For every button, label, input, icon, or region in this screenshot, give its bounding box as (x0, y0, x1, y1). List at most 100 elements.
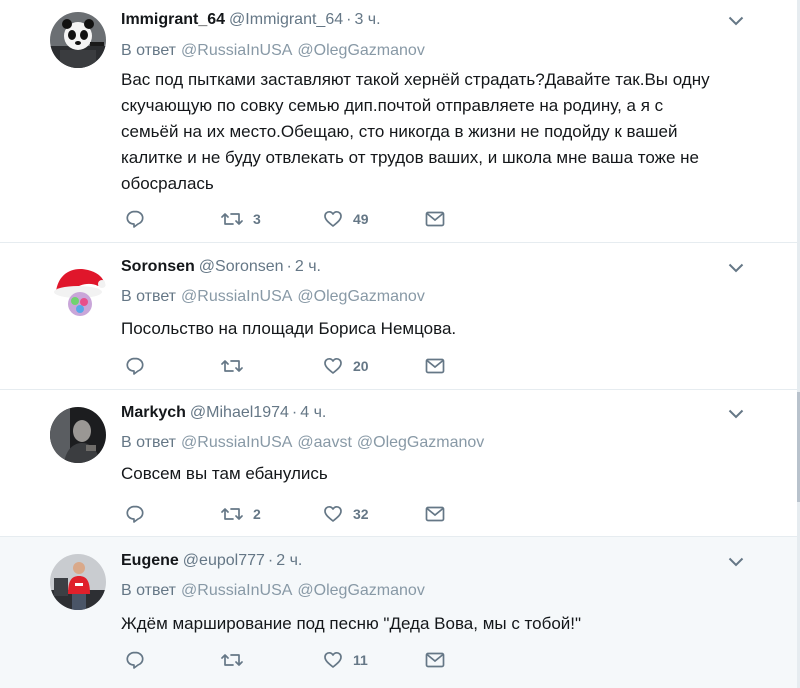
mention-link[interactable]: @OlegGazmanov (297, 582, 424, 599)
mention-link[interactable]: @OlegGazmanov (297, 42, 424, 59)
retweet-icon (221, 508, 243, 520)
tweet-text: Совсем вы там ебанулись (121, 464, 328, 483)
like-button[interactable]: 32 (323, 502, 369, 526)
retweet-button[interactable]: 2 (221, 502, 261, 526)
retweet-icon (221, 360, 243, 372)
more-options-button[interactable] (727, 12, 745, 30)
more-options-button[interactable] (727, 405, 745, 423)
retweet-button[interactable] (221, 648, 253, 672)
like-button[interactable]: 49 (323, 207, 369, 231)
reply-bubble-icon (126, 210, 144, 228)
tweet[interactable]: Markych @Mihael1974 · 4 ч. В ответ @RussiaIn… (0, 390, 797, 537)
more-options-button[interactable] (727, 259, 745, 277)
envelope-icon (425, 358, 445, 374)
tweet-actions: 20 (125, 354, 455, 378)
tweet-actions: 2 32 (125, 502, 455, 526)
username[interactable]: @Soronsen (199, 258, 284, 275)
username[interactable]: @Mihael1974 (190, 404, 289, 421)
reply-prefix: В ответ (121, 288, 177, 305)
tweet-header: Eugene @eupol777 · 2 ч. (121, 551, 302, 571)
heart-icon (324, 210, 342, 227)
direct-message-button[interactable] (425, 207, 445, 231)
tweet-text: Вас под пытками заставляют такой хернёй … (121, 70, 710, 193)
username[interactable]: @eupol777 (183, 552, 265, 569)
tweet[interactable]: Immigrant_64 @Immigrant_64 · 3 ч. В ответ @R… (0, 0, 797, 243)
chevron-down-icon (728, 557, 744, 567)
reply-bubble-icon (126, 651, 144, 669)
like-count: 49 (353, 211, 369, 227)
like-button[interactable]: 20 (323, 354, 369, 378)
reply-prefix: В ответ (121, 42, 177, 59)
mention-link[interactable]: @OlegGazmanov (357, 434, 484, 451)
mention-link[interactable]: @RussiaInUSA (181, 582, 292, 599)
chevron-down-icon (728, 263, 744, 273)
like-button[interactable]: 11 (323, 648, 368, 672)
avatar[interactable] (50, 554, 106, 610)
tweet-header: Immigrant_64 @Immigrant_64 · 3 ч. (121, 10, 381, 30)
tweet[interactable]: Soronsen @Soronsen · 2 ч. В ответ @RussiaInU… (0, 243, 797, 390)
tweet[interactable]: Eugene @eupol777 · 2 ч. В ответ @RussiaInUSA… (0, 537, 797, 688)
direct-message-button[interactable] (425, 648, 445, 672)
retweet-count: 3 (253, 211, 261, 227)
more-options-button[interactable] (727, 553, 745, 571)
timestamp[interactable]: 2 ч. (295, 258, 321, 275)
envelope-icon (425, 652, 445, 668)
reply-prefix: В ответ (121, 582, 177, 599)
retweet-button[interactable]: 3 (221, 207, 261, 231)
separator-dot: · (291, 404, 298, 421)
separator-dot: · (286, 258, 292, 275)
santa-hat-avatar-icon (50, 262, 106, 318)
heart-icon (324, 505, 342, 522)
tweet-header: Markych @Mihael1974 · 4 ч. (121, 403, 326, 423)
timestamp[interactable]: 2 ч. (276, 552, 302, 569)
envelope-icon (425, 211, 445, 227)
envelope-icon (425, 506, 445, 522)
retweet-button[interactable] (221, 354, 253, 378)
reply-button[interactable] (125, 207, 145, 231)
reply-context: В ответ @RussiaInUSA @OlegGazmanov (121, 287, 425, 307)
tweet-actions: 3 49 (125, 207, 455, 231)
retweet-icon (221, 213, 243, 225)
reply-bubble-icon (126, 357, 144, 375)
reply-context: В ответ @RussiaInUSA @OlegGazmanov (121, 581, 425, 601)
reply-button[interactable] (125, 502, 145, 526)
direct-message-button[interactable] (425, 354, 445, 378)
reply-context: В ответ @RussiaInUSA @OlegGazmanov (121, 41, 425, 61)
reply-button[interactable] (125, 648, 145, 672)
mention-link[interactable]: @aavst (297, 434, 351, 451)
avatar[interactable] (50, 262, 106, 318)
reply-button[interactable] (125, 354, 145, 378)
username[interactable]: @Immigrant_64 (229, 11, 343, 28)
mention-link[interactable]: @OlegGazmanov (297, 288, 424, 305)
fullname[interactable]: Immigrant_64 (121, 11, 225, 28)
like-count: 20 (353, 358, 369, 374)
direct-message-button[interactable] (425, 502, 445, 526)
reply-prefix: В ответ (121, 434, 177, 451)
mention-link[interactable]: @RussiaInUSA (181, 434, 292, 451)
tweet-actions: 11 (125, 648, 455, 672)
like-count: 32 (353, 506, 369, 522)
timestamp[interactable]: 4 ч. (300, 404, 326, 421)
timestamp[interactable]: 3 ч. (354, 11, 380, 28)
separator-dot: · (267, 552, 274, 569)
person-red-shirt-avatar-icon (50, 554, 106, 610)
like-count: 11 (353, 652, 368, 668)
heart-icon (324, 357, 342, 374)
reply-bubble-icon (126, 505, 144, 523)
fullname[interactable]: Eugene (121, 552, 179, 569)
mention-link[interactable]: @RussiaInUSA (181, 42, 292, 59)
tweet-feed: Immigrant_64 @Immigrant_64 · 3 ч. В ответ @R… (0, 0, 800, 688)
chevron-down-icon (728, 409, 744, 419)
fullname[interactable]: Soronsen (121, 258, 195, 275)
panda-avatar-icon (50, 12, 106, 68)
retweet-count: 2 (253, 506, 261, 522)
avatar[interactable] (50, 407, 106, 463)
tweet-header: Soronsen @Soronsen · 2 ч. (121, 257, 321, 277)
avatar[interactable] (50, 12, 106, 68)
chevron-down-icon (728, 16, 744, 26)
separator-dot: · (346, 11, 352, 28)
heart-icon (324, 651, 342, 668)
mention-link[interactable]: @RussiaInUSA (181, 288, 292, 305)
fullname[interactable]: Markych (121, 404, 186, 421)
reply-context: В ответ @RussiaInUSA @aavst @OlegGazmanov (121, 433, 484, 453)
